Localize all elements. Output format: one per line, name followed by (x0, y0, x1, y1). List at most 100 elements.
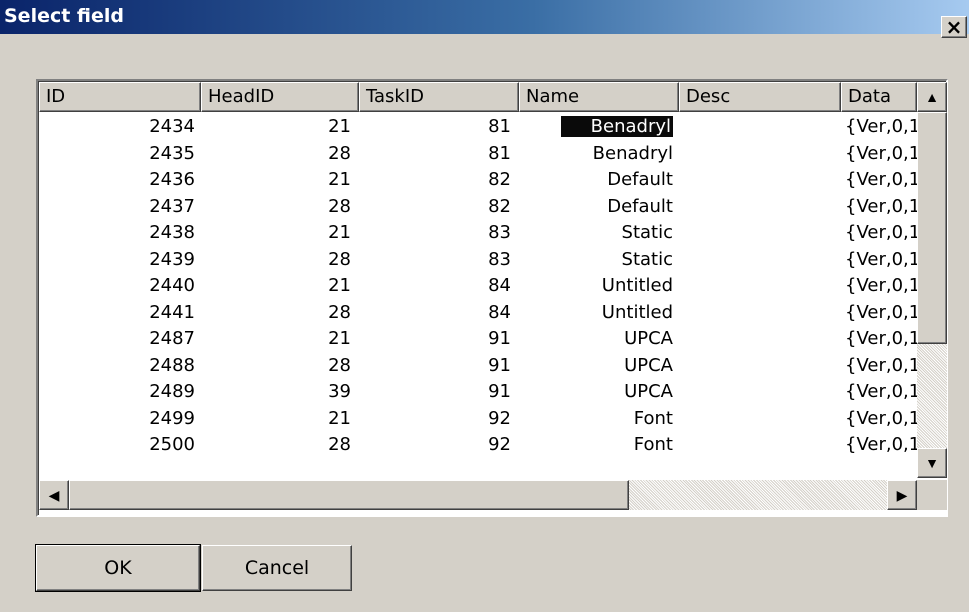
cell-desc (679, 353, 835, 379)
cell-id-text: 2488 (149, 354, 195, 376)
cell-desc (679, 432, 835, 458)
cell-data: {Ver,0,1 (845, 300, 917, 326)
cell-name-text: Untitled (601, 301, 673, 323)
table-row[interactable]: 2436 21 82 Default {Ver,0,1 (39, 167, 917, 193)
cell-data-text: {Ver,0,1 (845, 116, 917, 137)
table-row[interactable]: 2440 21 84 Untitled {Ver,0,1 (39, 273, 917, 299)
cell-head-text: 21 (328, 222, 351, 243)
cell-name-text: Static (621, 222, 673, 243)
cell-name-text: UPCA (624, 328, 673, 349)
scroll-left-button[interactable]: ◀ (39, 480, 69, 510)
column-header-data[interactable]: Data (841, 82, 917, 112)
table-row[interactable]: 2441 28 84 Untitled {Ver,0,1 (39, 300, 917, 326)
vertical-scrollbar[interactable]: ▲ ▼ (917, 82, 947, 478)
cell-head-text: 21 (328, 328, 351, 349)
cell-head-text: 28 (328, 142, 351, 164)
horizontal-scrollbar[interactable]: ◀ ▶ (39, 480, 917, 510)
table-row[interactable]: 2489 39 91 UPCA {Ver,0,1 (39, 379, 917, 405)
cell-id: 2434 (39, 114, 195, 140)
column-header-desc[interactable]: Desc (679, 82, 841, 112)
cell-head: 21 (201, 406, 351, 432)
cell-head: 21 (201, 273, 351, 299)
cell-head: 28 (201, 432, 351, 458)
cell-task-text: 83 (488, 248, 511, 270)
column-header-id[interactable]: ID (39, 82, 201, 112)
cell-id: 2489 (39, 379, 195, 405)
cell-task: 92 (359, 432, 511, 458)
cell-head: 21 (201, 167, 351, 193)
column-header-name[interactable]: Name (519, 82, 679, 112)
scroll-down-button[interactable]: ▼ (917, 448, 947, 478)
cell-data: {Ver,0,1 (845, 114, 917, 140)
cell-data-text: {Ver,0,1 (845, 222, 917, 243)
cell-id-text: 2500 (149, 434, 195, 455)
cell-name: Static (519, 247, 673, 273)
table-row[interactable]: 2434 21 81 Benadryl {Ver,0,1 (39, 114, 917, 140)
close-icon: × (945, 15, 963, 39)
cell-task: 91 (359, 379, 511, 405)
cell-id-text: 2437 (149, 195, 195, 217)
cell-name: Font (519, 406, 673, 432)
cell-task-text: 91 (488, 328, 511, 349)
scroll-up-button[interactable]: ▲ (917, 82, 947, 112)
cell-head-text: 28 (328, 354, 351, 376)
cell-id: 2438 (39, 220, 195, 246)
cell-task-text: 91 (488, 381, 511, 402)
cell-id-text: 2440 (149, 275, 195, 296)
cell-task: 82 (359, 167, 511, 193)
close-button[interactable]: × (941, 16, 967, 38)
field-list[interactable]: ID HeadID TaskID Name Desc Data 2434 21 81… (36, 79, 948, 517)
cell-name: Benadryl (519, 114, 673, 140)
cell-task-text: 82 (488, 195, 511, 217)
cell-head: 21 (201, 326, 351, 352)
table-row[interactable]: 2439 28 83 Static {Ver,0,1 (39, 247, 917, 273)
cell-task: 92 (359, 406, 511, 432)
cell-id-text: 2434 (149, 116, 195, 137)
table-row[interactable]: 2499 21 92 Font {Ver,0,1 (39, 406, 917, 432)
cell-task: 83 (359, 247, 511, 273)
cell-desc (679, 194, 835, 220)
cell-head-text: 28 (328, 301, 351, 323)
cell-id-text: 2438 (149, 222, 195, 243)
cell-name-text: Font (633, 407, 673, 429)
scroll-right-button[interactable]: ▶ (887, 480, 917, 510)
cell-data: {Ver,0,1 (845, 273, 917, 299)
cell-id: 2499 (39, 406, 195, 432)
cell-name: Default (519, 167, 673, 193)
horizontal-scroll-thumb[interactable] (69, 480, 629, 510)
scrollbar-corner (917, 480, 947, 510)
cell-task-text: 84 (488, 301, 511, 323)
table-row[interactable]: 2500 28 92 Font {Ver,0,1 (39, 432, 917, 458)
cell-id-text: 2499 (149, 407, 195, 429)
cell-desc (679, 141, 835, 167)
cell-name: UPCA (519, 326, 673, 352)
cell-id: 2437 (39, 194, 195, 220)
cell-data-text: {Ver,0,1 (845, 407, 917, 429)
cell-data: {Ver,0,1 (845, 247, 917, 273)
table-row[interactable]: 2488 28 91 UPCA {Ver,0,1 (39, 353, 917, 379)
cell-task: 84 (359, 300, 511, 326)
cell-id-text: 2489 (149, 381, 195, 402)
cell-data-text: {Ver,0,1 (845, 381, 917, 402)
arrow-up-icon: ▲ (925, 89, 939, 105)
cell-data: {Ver,0,1 (845, 141, 917, 167)
cell-data-text: {Ver,0,1 (845, 248, 917, 270)
cell-desc (679, 406, 835, 432)
ok-button[interactable]: OK (35, 544, 201, 592)
cancel-button[interactable]: Cancel (202, 545, 352, 591)
cell-task-text: 81 (488, 116, 511, 137)
cell-head: 21 (201, 220, 351, 246)
table-row[interactable]: 2438 21 83 Static {Ver,0,1 (39, 220, 917, 246)
cell-head-text: 21 (328, 116, 351, 137)
table-row[interactable]: 2487 21 91 UPCA {Ver,0,1 (39, 326, 917, 352)
cell-data: {Ver,0,1 (845, 353, 917, 379)
table-row[interactable]: 2437 28 82 Default {Ver,0,1 (39, 194, 917, 220)
table-row[interactable]: 2435 28 81 Benadryl {Ver,0,1 (39, 141, 917, 167)
column-header-taskid[interactable]: TaskID (359, 82, 519, 112)
cell-id: 2488 (39, 353, 195, 379)
cell-head-text: 28 (328, 195, 351, 217)
title-bar[interactable]: Select field (0, 0, 969, 34)
vertical-scroll-thumb[interactable] (917, 112, 947, 344)
cell-id-text: 2436 (149, 169, 195, 190)
column-header-headid[interactable]: HeadID (201, 82, 359, 112)
